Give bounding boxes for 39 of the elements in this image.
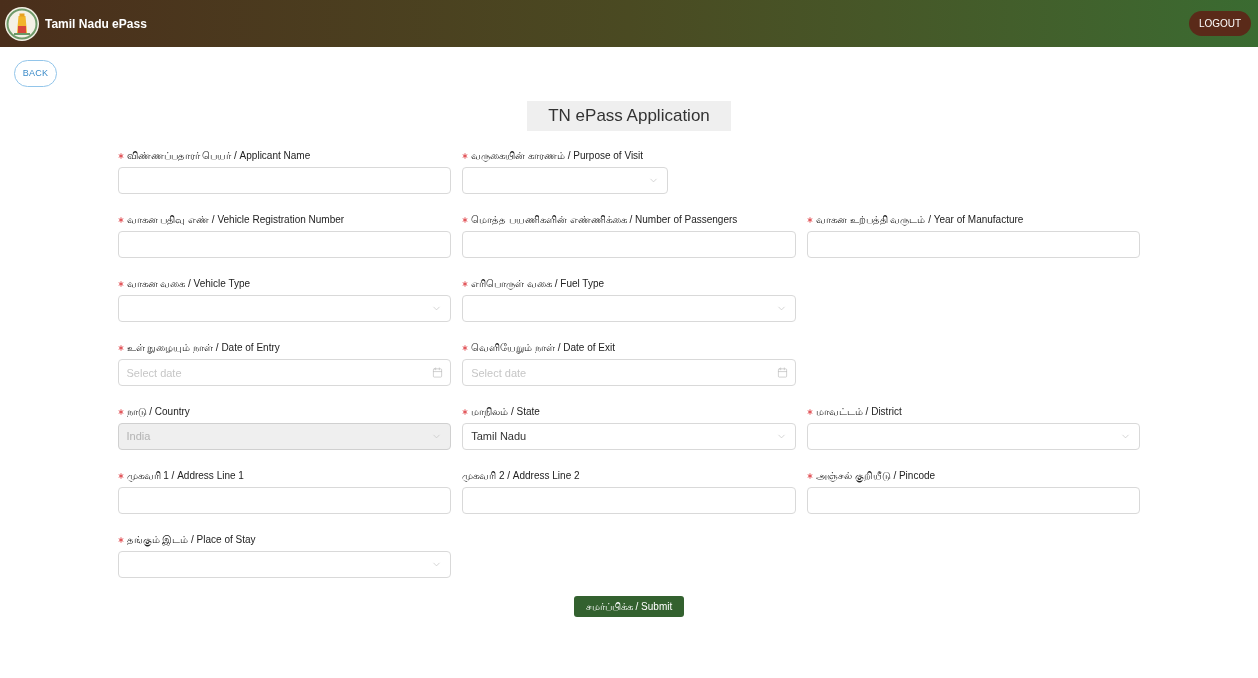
calendar-icon — [432, 367, 444, 378]
text-input-field[interactable] — [462, 231, 796, 258]
date-input-field[interactable]: Select date — [462, 359, 796, 386]
back-button[interactable]: BACK — [14, 60, 57, 87]
app-title: Tamil Nadu ePass — [45, 15, 147, 33]
text-input-field[interactable] — [117, 487, 452, 514]
field-label: மாவட்டம் / District — [815, 405, 902, 419]
field-label: வாகன பதிவு எண் / Vehicle Registration Number — [126, 213, 345, 227]
select-field[interactable] — [117, 295, 452, 322]
field-label: எரிபொருள் வகை / Fuel Type — [471, 277, 604, 291]
field-label: நாடு / Country — [126, 405, 190, 419]
text-input-field[interactable] — [806, 231, 1141, 258]
select-field[interactable] — [806, 423, 1141, 450]
field-label: வாகன உற்பத்தி வருடம் / Year of Manufacture — [815, 213, 1024, 227]
field-label: முகவரி 1 / Address Line 1 — [126, 469, 244, 483]
field-label: தங்கும் இடம் / Place of Stay — [126, 533, 256, 547]
logout-button[interactable]: LOGOUT — [1189, 11, 1251, 36]
select-field[interactable] — [117, 551, 452, 578]
form-title: TN ePass Application — [527, 101, 731, 131]
calendar-icon — [776, 367, 788, 378]
field-label: மொத்த பயணிகளின் எண்ணிக்கை / Number of Passengers — [471, 213, 738, 227]
select-field[interactable] — [462, 167, 669, 194]
text-input-field[interactable] — [462, 487, 796, 514]
field-label: உள் நுழையும் நாள் / Date of Entry — [126, 341, 280, 355]
field-label: விண்ணப்பதாரர் பெயர் / Applicant Name — [126, 149, 311, 163]
field-label: மாநிலம் / State — [471, 405, 540, 419]
field-label: வருகையின் காரணம் / Purpose of Visit — [471, 149, 644, 163]
field-label: வெளியேறும் நாள் / Date of Exit — [471, 341, 615, 355]
submit-button[interactable]: சமர்ப்பிக்க / Submit — [573, 596, 685, 617]
field-label: முகவரி 2 / Address Line 2 — [462, 469, 580, 483]
select-field[interactable] — [462, 295, 796, 322]
emblem-logo — [5, 6, 39, 41]
text-input-field[interactable] — [117, 231, 452, 258]
field-label: வாகன வகை / Vehicle Type — [126, 277, 251, 291]
date-input-field[interactable]: Select date — [117, 359, 452, 386]
text-input-field[interactable] — [806, 487, 1141, 514]
field-label: அஞ்சல் குறியீடு / Pincode — [815, 469, 936, 483]
text-input-field[interactable] — [117, 167, 452, 194]
select-field[interactable]: Tamil Nadu — [462, 423, 796, 450]
